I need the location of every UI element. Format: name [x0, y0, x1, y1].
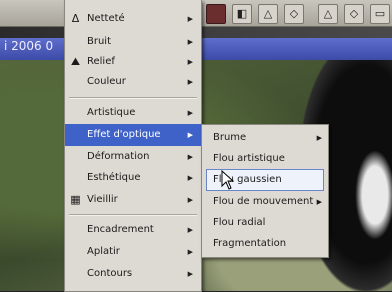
menu-item-contours[interactable]: Contours ▶	[65, 263, 201, 285]
submenu-arrow-icon: ▶	[187, 78, 193, 86]
toolbar-button[interactable]	[206, 4, 226, 24]
menu-item-aplatir[interactable]: Aplatir ▶	[65, 241, 201, 263]
submenu-item-brume[interactable]: Brume ▶	[202, 127, 328, 149]
submenu-item-label: Flou radial	[213, 217, 266, 228]
submenu-arrow-icon: ▶	[187, 196, 193, 204]
menu-item-label: Netteté	[87, 13, 125, 24]
toolbar-button[interactable]: ◇	[344, 4, 364, 24]
menu-item-artistique[interactable]: Artistique ▶	[65, 102, 201, 124]
menu-item-couleur[interactable]: Couleur ▶	[65, 71, 201, 93]
toolbar-button[interactable]: ◇	[284, 4, 304, 24]
submenu-item-label: Fragmentation	[213, 238, 287, 249]
menu-item-vieillir[interactable]: ▦ Vieillir ▶	[65, 189, 201, 211]
menu-item-label: Artistique	[87, 107, 136, 118]
relief-icon: ⛰	[70, 55, 81, 68]
submenu-arrow-icon: ▶	[316, 198, 322, 206]
menu-item-esthetique[interactable]: Esthétique ▶	[65, 167, 201, 189]
submenu-item-flou-mouvement[interactable]: Flou de mouvement ▶	[202, 191, 328, 213]
menu-item-nettete[interactable]: Δ Netteté ▶	[65, 8, 201, 30]
submenu-item-label: Flou artistique	[213, 153, 285, 164]
image-title: i 2006 0	[4, 39, 54, 53]
submenu-arrow-icon: ▶	[187, 226, 193, 234]
menu-item-label: Contours	[87, 268, 133, 279]
submenu-arrow-icon: ▶	[187, 174, 193, 182]
submenu-arrow-icon: ▶	[187, 131, 193, 139]
menu-item-label: Aplatir	[87, 246, 120, 257]
menu-item-label: Esthétique	[87, 172, 141, 183]
menu-item-label: Bruit	[87, 36, 112, 47]
submenu-arrow-icon: ▶	[187, 15, 193, 23]
toolbar-button[interactable]: ▭	[370, 4, 390, 24]
menu-item-encadrement[interactable]: Encadrement ▶	[65, 219, 201, 241]
submenu-item-fragmentation[interactable]: Fragmentation	[202, 233, 328, 255]
menu-item-deformation[interactable]: Déformation ▶	[65, 146, 201, 168]
submenu-item-flou-radial[interactable]: Flou radial	[202, 212, 328, 234]
filter-menu: Δ Netteté ▶ Bruit ▶ ⛰ Relief ▶ Couleur ▶…	[64, 0, 202, 292]
menu-item-effet-optique[interactable]: Effet d'optique ▶	[65, 124, 201, 146]
toolbar-button[interactable]: △	[318, 4, 338, 24]
menu-item-label: Déformation	[87, 151, 150, 162]
toolbar-button[interactable]: △	[258, 4, 278, 24]
menu-separator	[69, 97, 197, 99]
submenu-arrow-icon: ▶	[187, 109, 193, 117]
cat-white-patch	[355, 150, 392, 240]
submenu-item-label: Flou de mouvement	[213, 196, 314, 207]
submenu-arrow-icon: ▶	[187, 248, 193, 256]
menu-separator	[69, 214, 197, 216]
menu-item-bruit[interactable]: Bruit ▶	[65, 31, 201, 53]
submenu-arrow-icon: ▶	[187, 58, 193, 66]
film-icon: ▦	[70, 193, 81, 206]
submenu-arrow-icon: ▶	[316, 134, 322, 142]
submenu-arrow-icon: ▶	[187, 270, 193, 278]
menu-item-relief[interactable]: ⛰ Relief ▶	[65, 51, 201, 73]
menu-item-label: Relief	[87, 56, 115, 67]
submenu-item-flou-artistique[interactable]: Flou artistique	[202, 148, 328, 170]
menu-item-label: Vieillir	[87, 194, 118, 205]
submenu-item-label: Brume	[213, 132, 247, 143]
menu-item-label: Encadrement	[87, 224, 154, 235]
mouse-pointer-icon	[221, 170, 235, 190]
delta-icon: Δ	[71, 12, 80, 25]
optical-effect-submenu: Brume ▶ Flou artistique Flou gaussien Fl…	[201, 124, 329, 258]
toolbar-button[interactable]: ◧	[232, 4, 252, 24]
submenu-arrow-icon: ▶	[187, 153, 193, 161]
menu-item-label: Couleur	[87, 76, 126, 87]
menu-item-label: Effet d'optique	[87, 129, 161, 140]
submenu-arrow-icon: ▶	[187, 38, 193, 46]
